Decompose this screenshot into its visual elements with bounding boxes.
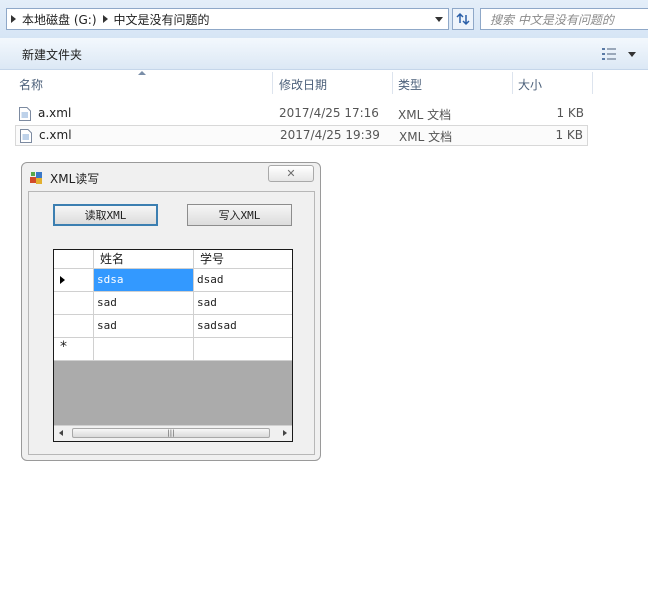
grid-cell[interactable]: sad — [94, 292, 194, 315]
file-type: XML 文档 — [398, 108, 452, 122]
view-options-icon[interactable] — [602, 48, 616, 60]
search-input[interactable]: 搜索 中文是没有问题的 — [480, 8, 648, 30]
address-area: 本地磁盘 (G:) 中文是没有问题的 搜索 中文是没有问题的 — [0, 0, 648, 38]
grid-new-row: * — [54, 338, 292, 361]
grid-corner-header[interactable] — [54, 250, 94, 269]
horizontal-scrollbar[interactable]: ||| — [54, 425, 292, 441]
chevron-down-icon — [435, 16, 443, 22]
file-name: c.xml — [39, 128, 72, 142]
address-bar[interactable]: 本地磁盘 (G:) 中文是没有问题的 — [6, 8, 449, 30]
write-xml-button[interactable]: 写入XML — [187, 204, 292, 226]
column-modified[interactable]: 修改日期 — [279, 76, 327, 93]
file-date: 2017/4/25 17:16 — [279, 106, 379, 120]
file-name: a.xml — [38, 106, 72, 120]
breadcrumb-arrow-icon[interactable] — [11, 15, 16, 23]
grid-row: sdsa dsad — [54, 269, 292, 292]
view-dropdown-icon[interactable] — [628, 52, 636, 57]
grid-column-header[interactable]: 学号 — [194, 250, 292, 269]
new-row-icon: * — [60, 339, 67, 355]
read-xml-button[interactable]: 读取XML — [53, 204, 158, 226]
close-button[interactable]: ✕ — [268, 165, 314, 182]
sort-ascending-icon — [138, 71, 146, 75]
toolbar: 新建文件夹 — [0, 38, 648, 70]
file-row-selected[interactable]: c.xml 2017/4/25 19:39 XML 文档 1 KB — [15, 125, 588, 146]
breadcrumb-drive[interactable]: 本地磁盘 (G:) — [22, 11, 97, 28]
file-size: 1 KB — [556, 106, 584, 120]
scroll-right-icon[interactable] — [283, 430, 287, 436]
refresh-button[interactable] — [452, 8, 474, 30]
column-divider[interactable] — [512, 72, 513, 94]
scrollbar-thumb[interactable]: ||| — [72, 428, 270, 438]
file-row[interactable]: a.xml 2017/4/25 17:16 XML 文档 1 KB — [15, 104, 588, 125]
grid-row: sad sadsad — [54, 315, 292, 338]
file-date: 2017/4/25 19:39 — [280, 128, 380, 142]
grid-column-header[interactable]: 姓名 — [94, 250, 194, 269]
grid-cell[interactable]: dsad — [194, 269, 292, 292]
grid-cell[interactable]: sad — [194, 292, 292, 315]
dialog-title: XML读写 — [50, 172, 100, 186]
file-size: 1 KB — [555, 128, 583, 142]
grid-cell[interactable]: sadsad — [194, 315, 292, 338]
column-name[interactable]: 名称 — [19, 76, 43, 93]
column-size[interactable]: 大小 — [518, 76, 542, 93]
scroll-grip-icon: ||| — [167, 429, 175, 437]
grid-cell-empty[interactable] — [194, 338, 292, 361]
grid-cell[interactable]: sad — [94, 315, 194, 338]
column-divider[interactable] — [392, 72, 393, 94]
column-header-row: 名称 修改日期 类型 大小 — [0, 70, 648, 98]
grid-cell-empty[interactable] — [94, 338, 194, 361]
grid-row-header[interactable] — [54, 269, 94, 292]
scroll-left-icon[interactable] — [59, 430, 63, 436]
address-history-dropdown[interactable] — [432, 9, 446, 29]
data-grid[interactable]: 姓名 学号 sdsa dsad sad sad sad sadsad * ||| — [53, 249, 293, 442]
dialog-client-area: 读取XML 写入XML 姓名 学号 sdsa dsad sad sad sad … — [28, 191, 315, 455]
xml-file-icon — [20, 129, 32, 143]
breadcrumb-folder[interactable]: 中文是没有问题的 — [114, 11, 210, 28]
column-type[interactable]: 类型 — [398, 76, 422, 93]
new-folder-button[interactable]: 新建文件夹 — [22, 46, 82, 63]
close-icon: ✕ — [286, 167, 296, 180]
app-icon — [30, 172, 42, 184]
grid-row-header[interactable] — [54, 292, 94, 315]
column-divider[interactable] — [592, 72, 593, 94]
column-divider[interactable] — [272, 72, 273, 94]
xml-dialog-window: XML读写 ✕ 读取XML 写入XML 姓名 学号 sdsa dsad sad … — [21, 162, 321, 461]
xml-file-icon — [19, 107, 31, 121]
file-type: XML 文档 — [399, 130, 453, 144]
grid-row: sad sad — [54, 292, 292, 315]
grid-row-header[interactable] — [54, 315, 94, 338]
grid-header-row: 姓名 学号 — [54, 250, 292, 269]
grid-cell-selected[interactable]: sdsa — [94, 269, 194, 292]
refresh-icon — [456, 12, 470, 26]
current-row-arrow-icon — [60, 276, 65, 284]
grid-row-header[interactable]: * — [54, 338, 94, 361]
breadcrumb-arrow-icon[interactable] — [102, 15, 108, 23]
